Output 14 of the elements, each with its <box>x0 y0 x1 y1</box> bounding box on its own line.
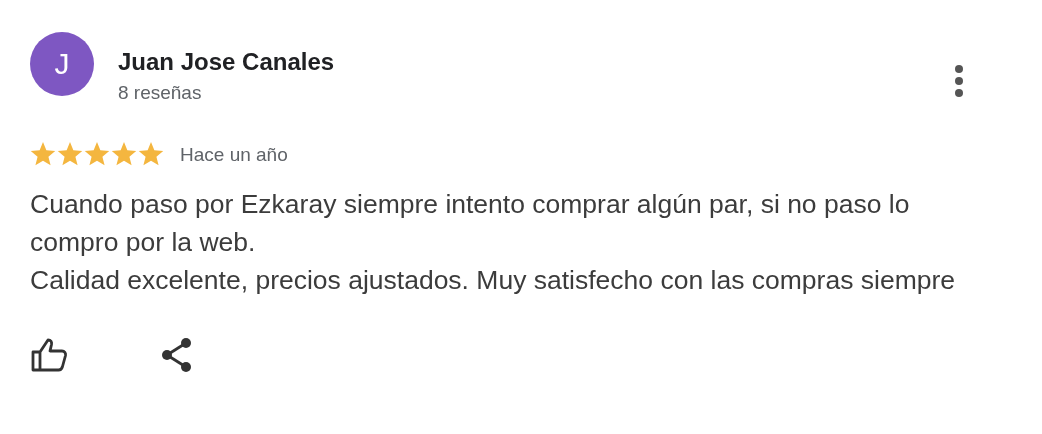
star-icon <box>138 142 164 167</box>
share-icon[interactable] <box>160 337 194 373</box>
review-text: Cuando paso por Ezkaray siempre intento comprar algún par, si no paso lo compro por la web. <box>30 188 911 259</box>
avatar: J <box>30 32 94 96</box>
star-icon <box>111 142 137 167</box>
review-text: Calidad excelente, precios ajustados. Muy satisfecho con las compras siempre <box>30 264 956 297</box>
review-count: 8 reseñas <box>118 82 203 104</box>
more-options-icon[interactable] <box>954 64 964 98</box>
star-icon <box>30 142 56 167</box>
star-icon <box>57 142 83 167</box>
star-icon <box>84 142 110 167</box>
reviewer-name[interactable]: Juan Jose Canales <box>118 48 335 76</box>
review-date: Hace un año <box>180 143 288 166</box>
thumbs-up-icon[interactable] <box>30 337 68 373</box>
